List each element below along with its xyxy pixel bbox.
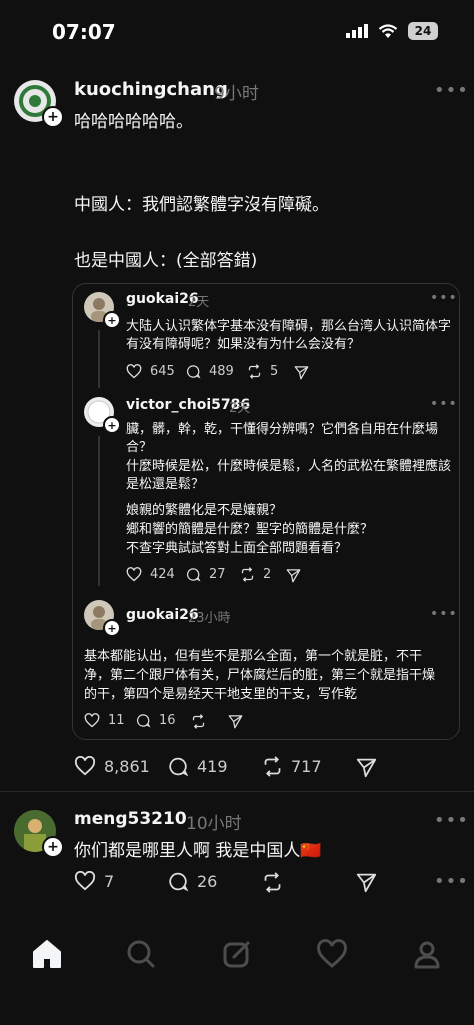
reply-text-line: 什麼時候是松，什麼時候是鬆，人名的武松在繁體裡應該 — [126, 459, 452, 474]
wifi-icon — [378, 23, 398, 38]
thread-line — [98, 436, 100, 586]
post-username[interactable]: meng53210 — [74, 809, 187, 829]
repost-icon — [248, 364, 261, 379]
reply-time: 2天 — [229, 401, 251, 416]
heart-icon — [74, 756, 96, 776]
home-icon[interactable] — [31, 939, 63, 969]
heart-icon — [126, 364, 142, 379]
comment-icon — [169, 872, 189, 892]
like-button[interactable]: 645 — [126, 364, 175, 379]
battery-indicator: 24 — [408, 22, 438, 40]
like-count: 7 — [104, 871, 115, 891]
more-options-icon[interactable]: ••• — [430, 290, 458, 306]
reply-text-line: 臟，髒，幹，乾，干懂得分辨嗎？它們各自用在什麼場 — [126, 422, 439, 437]
like-count: 8,861 — [104, 756, 150, 776]
reply-time: 23小時 — [188, 611, 231, 626]
post-divider — [0, 791, 474, 792]
more-options-icon[interactable]: ••• — [430, 606, 458, 622]
repost-button[interactable]: 5 — [247, 364, 278, 379]
post-time: 9小时 — [214, 84, 259, 104]
reply-text-line: 是松還是鬆？ — [126, 477, 205, 492]
comment-button[interactable]: 26 — [168, 871, 217, 892]
like-button[interactable]: 11 — [84, 713, 125, 728]
comment-button[interactable]: 489 — [186, 364, 234, 379]
post-username[interactable]: kuochingchang — [74, 79, 228, 100]
bottom-navigation — [0, 915, 474, 1025]
reply-text-line: 娘親的繁體化是不是孃親？ — [126, 503, 283, 518]
follow-button[interactable]: + — [42, 836, 64, 858]
repost-icon — [241, 567, 254, 582]
post-text-line: 中國人：我們認繁體字沒有障礙。 — [74, 195, 329, 215]
comment-count: 27 — [209, 567, 226, 582]
reply-text-line: 鄉和響的簡體是什麼？聖字的簡體是什麼？ — [126, 522, 374, 537]
heart-icon — [126, 567, 142, 582]
post-time: 10小时 — [186, 814, 242, 834]
status-time: 07:07 — [52, 20, 116, 44]
comment-icon — [186, 568, 201, 582]
reply-text-line: 大陆人认识繁体字基本没有障碍，那么台湾人认识简体字 — [126, 319, 452, 334]
post-text-line: 也是中國人：(全部答錯) — [74, 251, 258, 271]
comment-count: 489 — [209, 364, 234, 379]
follow-button[interactable]: + — [42, 106, 64, 128]
like-count: 424 — [150, 567, 175, 582]
reply-text-line: 的干，第四个是易经天干地支里的干支，写作乾 — [84, 687, 358, 702]
repost-count: 2 — [263, 567, 272, 582]
follow-button[interactable]: + — [103, 311, 121, 329]
comment-button[interactable]: 419 — [168, 756, 228, 777]
profile-icon[interactable] — [412, 939, 442, 969]
like-count: 11 — [108, 713, 125, 728]
post-text: 你们都是哪里人啊 我是中国人🇨🇳 — [74, 841, 322, 861]
more-options-icon[interactable]: ••• — [434, 810, 469, 831]
share-icon[interactable] — [286, 568, 301, 583]
reply-text-line: 基本都能认出，但有些不是那么全面，第一个就是脏，不干 — [84, 649, 423, 664]
repost-count: 5 — [270, 364, 279, 379]
repost-button[interactable]: 717 — [262, 756, 322, 777]
compose-icon[interactable] — [222, 939, 252, 969]
repost-button[interactable]: 2 — [240, 567, 271, 582]
heart-icon — [84, 713, 100, 728]
comment-count: 16 — [159, 713, 176, 728]
repost-count: 717 — [291, 757, 322, 776]
more-options-icon[interactable]: ••• — [430, 396, 458, 412]
search-icon[interactable] — [126, 939, 156, 969]
signal-icon — [346, 24, 368, 38]
comment-button[interactable]: 27 — [186, 567, 226, 582]
reply-text-line: 合？ — [126, 440, 153, 455]
share-icon[interactable] — [356, 872, 377, 893]
follow-button[interactable]: + — [103, 619, 121, 637]
activity-heart-icon[interactable] — [316, 939, 348, 969]
comment-button[interactable]: 16 — [136, 713, 176, 728]
more-options-icon[interactable]: ••• — [434, 80, 469, 101]
share-icon[interactable] — [228, 714, 243, 729]
comment-count: 419 — [197, 757, 228, 776]
repost-icon[interactable] — [191, 714, 206, 729]
comment-count: 26 — [197, 872, 218, 891]
reply-text-line: 不查字典試試答對上面全部問題看看？ — [126, 541, 348, 556]
share-icon[interactable] — [356, 757, 377, 778]
more-options-icon[interactable]: ••• — [434, 871, 469, 892]
like-button[interactable]: 8,861 — [74, 756, 150, 776]
follow-button[interactable]: + — [103, 416, 121, 434]
reply-text-line: 净，第二个跟尸体有关，尸体腐烂后的脏，第三个就是指干燥 — [84, 668, 436, 683]
comment-icon — [136, 714, 151, 728]
reply-text-line: 有没有障碍呢？如果没有为什么会没有？ — [126, 337, 361, 352]
status-icons: 24 — [346, 22, 438, 40]
repost-icon[interactable] — [262, 872, 283, 893]
heart-icon — [74, 871, 96, 891]
thread-line — [98, 330, 100, 388]
share-icon[interactable] — [294, 365, 309, 380]
reply-time: 2天 — [188, 295, 210, 310]
like-count: 645 — [150, 364, 175, 379]
like-button[interactable]: 7 — [74, 871, 114, 891]
repost-icon — [264, 756, 281, 777]
comment-icon — [186, 365, 201, 379]
like-button[interactable]: 424 — [126, 567, 175, 582]
post-text-line: 哈哈哈哈哈哈。 — [74, 112, 193, 132]
comment-icon — [169, 757, 189, 777]
